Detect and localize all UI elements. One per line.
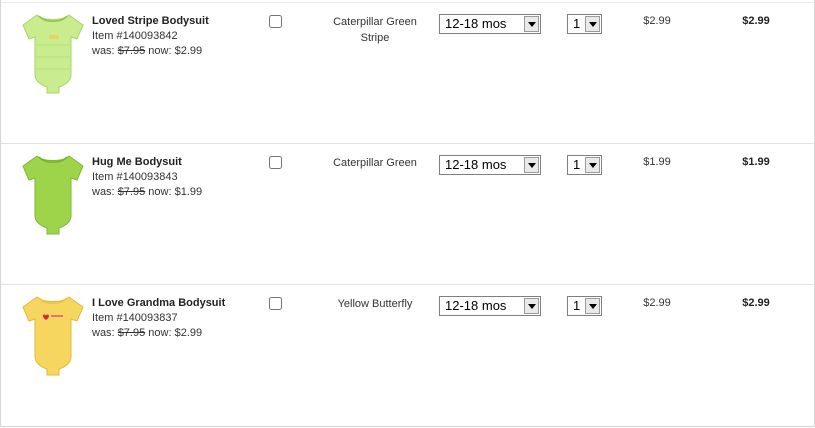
now-label: now: (148, 186, 172, 198)
color-line-1: Caterpillar Green (333, 16, 417, 28)
now-label: now: (148, 327, 172, 339)
now-price: $2.99 (174, 327, 203, 339)
size-value: 12-18 mos (445, 298, 507, 313)
cart-row: Hug Me Bodysuit Item #140093843 was: $7.… (1, 143, 814, 284)
bodysuit-image[interactable] (19, 152, 87, 236)
product-info: I Love Grandma Bodysuit Item #140093837 … (92, 296, 267, 341)
dropdown-arrow-icon[interactable] (524, 298, 539, 314)
price-line: was: $7.95 now: $2.99 (92, 44, 267, 59)
quantity-select[interactable]: 1 (567, 296, 602, 316)
remove-checkbox[interactable] (269, 156, 282, 169)
remove-checkbox[interactable] (269, 15, 282, 28)
color-name: Yellow Butterfly (321, 296, 429, 312)
was-label: was: (92, 186, 115, 198)
quantity-value: 1 (573, 16, 581, 31)
was-price: $7.95 (117, 327, 146, 339)
cart-row: I Love Grandma Bodysuit Item #140093837 … (1, 284, 814, 425)
product-name[interactable]: Loved Stripe Bodysuit (92, 14, 267, 29)
size-value: 12-18 mos (445, 16, 507, 31)
price-line: was: $7.95 now: $1.99 (92, 185, 267, 200)
product-name[interactable]: Hug Me Bodysuit (92, 155, 267, 170)
was-price: $7.95 (117, 45, 146, 57)
quantity-select[interactable]: 1 (567, 155, 602, 175)
unit-price: $1.99 (643, 156, 671, 168)
product-name[interactable]: I Love Grandma Bodysuit (92, 296, 267, 311)
now-price: $1.99 (174, 186, 203, 198)
size-select[interactable]: 12-18 mos (439, 155, 541, 175)
item-number: Item #140093837 (92, 312, 178, 324)
size-value: 12-18 mos (445, 157, 507, 172)
color-line-1: Yellow Butterfly (337, 298, 413, 310)
quantity-value: 1 (573, 298, 581, 313)
dropdown-arrow-icon[interactable] (524, 16, 539, 32)
unit-price: $2.99 (643, 15, 671, 27)
cart-row: Loved Stripe Bodysuit Item #140093842 wa… (1, 2, 814, 143)
quantity-select[interactable]: 1 (567, 14, 602, 34)
price-line: was: $7.95 now: $2.99 (92, 326, 267, 341)
size-select[interactable]: 12-18 mos (439, 296, 541, 316)
quantity-value: 1 (573, 157, 581, 172)
dropdown-arrow-icon[interactable] (585, 298, 600, 314)
unit-price: $2.99 (643, 297, 671, 309)
line-total: $2.99 (742, 15, 770, 27)
was-label: was: (92, 45, 115, 57)
color-line-2: Stripe (360, 32, 390, 44)
item-number: Item #140093842 (92, 30, 178, 42)
line-total: $2.99 (742, 297, 770, 309)
product-info: Loved Stripe Bodysuit Item #140093842 wa… (92, 14, 267, 59)
dropdown-arrow-icon[interactable] (524, 157, 539, 173)
now-price: $2.99 (174, 45, 203, 57)
dropdown-arrow-icon[interactable] (585, 157, 600, 173)
line-total: $1.99 (742, 156, 770, 168)
dropdown-arrow-icon[interactable] (585, 16, 600, 32)
color-name: Caterpillar Green (321, 155, 429, 171)
cart-table: Loved Stripe Bodysuit Item #140093842 wa… (0, 0, 815, 427)
bodysuit-image[interactable] (19, 293, 87, 377)
size-select[interactable]: 12-18 mos (439, 14, 541, 34)
item-number: Item #140093843 (92, 171, 178, 183)
color-name: Caterpillar Green Stripe (321, 14, 429, 46)
product-info: Hug Me Bodysuit Item #140093843 was: $7.… (92, 155, 267, 200)
bodysuit-image[interactable] (19, 11, 87, 95)
now-label: now: (148, 45, 172, 57)
was-label: was: (92, 327, 115, 339)
color-line-1: Caterpillar Green (333, 157, 417, 169)
remove-checkbox[interactable] (269, 297, 282, 310)
was-price: $7.95 (117, 186, 146, 198)
